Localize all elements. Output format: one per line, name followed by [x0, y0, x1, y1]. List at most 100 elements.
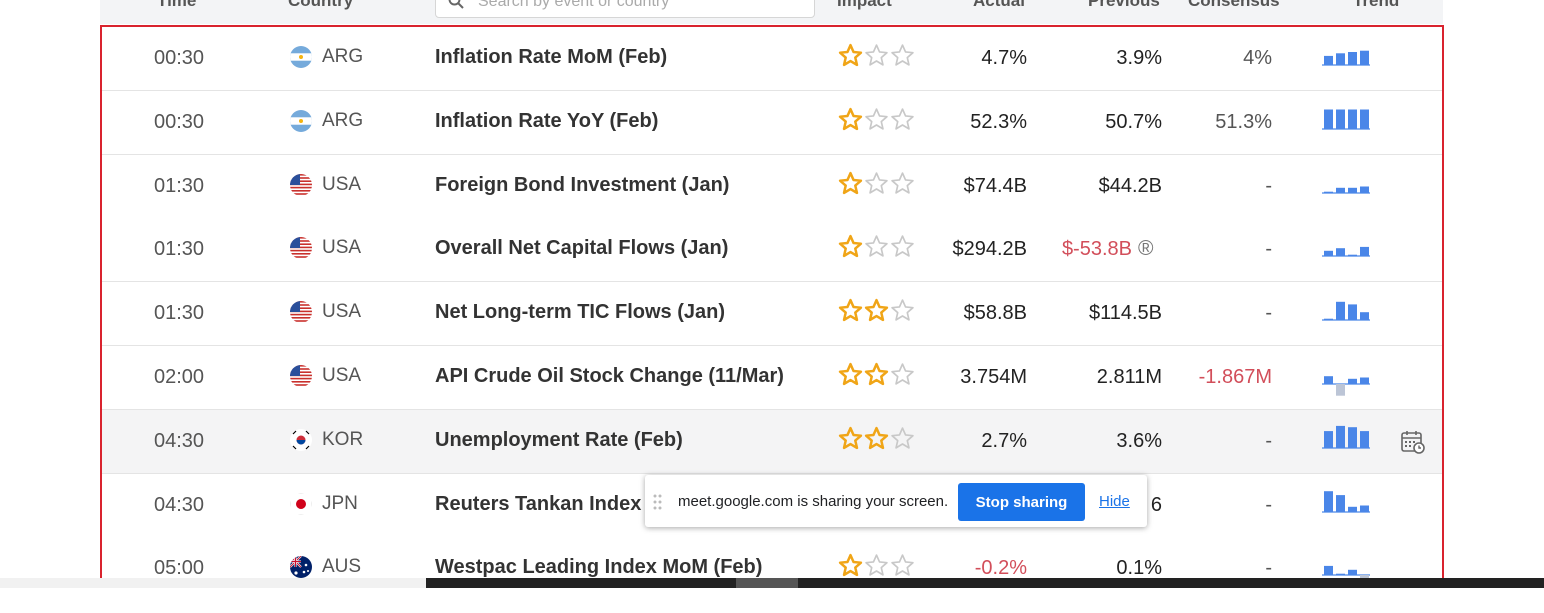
add-to-calendar-icon[interactable]	[1400, 429, 1426, 455]
consensus-value: -	[1265, 557, 1272, 580]
country-code: USA	[322, 173, 362, 195]
actual-value: $74.4B	[963, 174, 1027, 197]
trend-chart	[1320, 292, 1372, 332]
previous-value: 0.1%	[1116, 557, 1162, 580]
star-icon	[838, 43, 863, 68]
event-name[interactable]: Westpac Leading Index MoM (Feb)	[435, 556, 762, 579]
header-time[interactable]: Time	[157, 0, 196, 11]
trend-bar	[1348, 109, 1357, 129]
event-name[interactable]: API Crude Oil Stock Change (11/Mar)	[435, 365, 784, 388]
event-name[interactable]: Net Long-term TIC Flows (Jan)	[435, 301, 725, 324]
event-name[interactable]: Inflation Rate YoY (Feb)	[435, 110, 658, 133]
search-placeholder: Search by event or country	[478, 0, 670, 10]
header-previous[interactable]: Previous	[1088, 0, 1160, 11]
actual-value: $294.2B	[952, 238, 1027, 261]
table-row[interactable]: 00:30 ARG Inflation Rate YoY (Feb) 52.3% 50.…	[102, 90, 1442, 155]
stop-sharing-button[interactable]: Stop sharing	[958, 483, 1085, 521]
trend-bar	[1324, 251, 1333, 257]
drag-handle-icon[interactable]	[653, 494, 663, 510]
trend-bar	[1360, 247, 1369, 257]
trend-bar	[1360, 312, 1369, 321]
star-icon	[864, 43, 889, 68]
previous-value: 3.6%	[1116, 429, 1162, 452]
table-header: Time Country Search by event or country …	[100, 0, 1443, 24]
event-time: 04:30	[154, 429, 205, 452]
event-name[interactable]: Unemployment Rate (Feb)	[435, 429, 683, 452]
impact-rating	[838, 426, 918, 452]
star-icon	[838, 362, 863, 387]
trend-bar	[1360, 186, 1369, 193]
trend-bar	[1360, 430, 1369, 448]
header-impact[interactable]: Impact	[837, 0, 892, 11]
star-icon	[838, 426, 863, 451]
header-actual[interactable]: Actual	[973, 0, 1025, 11]
table-row[interactable]: 02:00 USA API Crude Oil Stock Change (11/M…	[102, 346, 1442, 410]
previous-value: $44.2B	[1098, 174, 1162, 197]
trend-bar	[1348, 506, 1357, 512]
event-time: 01:30	[154, 238, 205, 261]
scrollbar-thumb[interactable]	[736, 578, 798, 588]
star-icon	[838, 107, 863, 132]
trend-bar	[1324, 55, 1333, 65]
impact-rating	[838, 298, 918, 324]
revised-icon: ®	[1138, 237, 1154, 261]
event-name[interactable]: Foreign Bond Investment (Jan)	[435, 174, 729, 197]
consensus-value: 51.3%	[1215, 110, 1272, 133]
trend-bar	[1360, 50, 1369, 65]
table-row[interactable]: 01:30 USA Net Long-term TIC Flows (Jan) $58…	[102, 282, 1442, 347]
consensus-value: 4%	[1243, 47, 1272, 69]
event-name[interactable]: Overall Net Capital Flows (Jan)	[435, 237, 728, 260]
star-icon	[890, 171, 915, 196]
table-row[interactable]: 01:30 USA Foreign Bond Investment (Jan) $74…	[102, 154, 1442, 219]
country-code: USA	[322, 301, 362, 323]
event-name[interactable]: Inflation Rate MoM (Feb)	[435, 46, 667, 69]
impact-rating	[838, 107, 918, 133]
table-row[interactable]: 01:30 USA Overall Net Capital Flows (Jan) $…	[102, 218, 1442, 283]
taskbar-strip	[426, 578, 1544, 588]
impact-rating	[838, 171, 918, 197]
header-trend: Trend	[1353, 0, 1400, 10]
search-icon	[448, 0, 464, 9]
trend-bar	[1324, 109, 1333, 129]
star-icon	[890, 362, 915, 387]
trend-bar	[1360, 505, 1369, 512]
trend-bar	[1324, 490, 1333, 512]
trend-bar	[1324, 318, 1333, 321]
actual-value: -0.2%	[974, 557, 1027, 580]
trend-chart	[1320, 165, 1372, 205]
trend-bar	[1348, 426, 1357, 448]
event-time: 01:30	[154, 302, 205, 325]
trend-bar	[1336, 301, 1345, 321]
trend-chart	[1320, 37, 1372, 77]
header-consensus[interactable]: Consensus	[1188, 0, 1280, 11]
country-code: ARG	[322, 46, 364, 67]
argentina-flag-icon	[290, 46, 312, 68]
search-input[interactable]: Search by event or country	[435, 0, 815, 18]
event-time: 00:30	[154, 47, 205, 69]
trend-chart	[1320, 356, 1372, 396]
trend-bar	[1336, 248, 1345, 257]
previous-value: $114.5B	[1088, 302, 1162, 325]
previous-value: 6	[1150, 493, 1162, 516]
table-row[interactable]: 04:30 KOR Unemployment Rate (Feb) 2.7% 3.6% -	[102, 409, 1442, 474]
trend-bar	[1360, 109, 1369, 129]
star-icon	[890, 107, 915, 132]
consensus-value: -	[1265, 238, 1272, 261]
table-row[interactable]: 00:30 ARG Inflation Rate MoM (Feb) 4.7% 3.9%…	[102, 27, 1442, 91]
star-icon	[864, 107, 889, 132]
trend-bar	[1348, 255, 1357, 257]
hide-link[interactable]: Hide	[1099, 493, 1130, 510]
star-icon	[864, 298, 889, 323]
star-icon	[864, 426, 889, 451]
header-country[interactable]: Country	[288, 0, 353, 11]
country-code: USA	[322, 365, 362, 386]
screen-share-bar: meet.google.com is sharing your screen. …	[645, 475, 1147, 527]
trend-bar	[1324, 191, 1333, 193]
actual-value: 4.7%	[981, 47, 1027, 69]
consensus-value: -	[1265, 302, 1272, 325]
star-icon	[864, 171, 889, 196]
consensus-value: -	[1265, 174, 1272, 197]
trend-bar	[1348, 378, 1357, 384]
impact-rating	[838, 43, 918, 69]
trend-bar	[1360, 377, 1369, 384]
